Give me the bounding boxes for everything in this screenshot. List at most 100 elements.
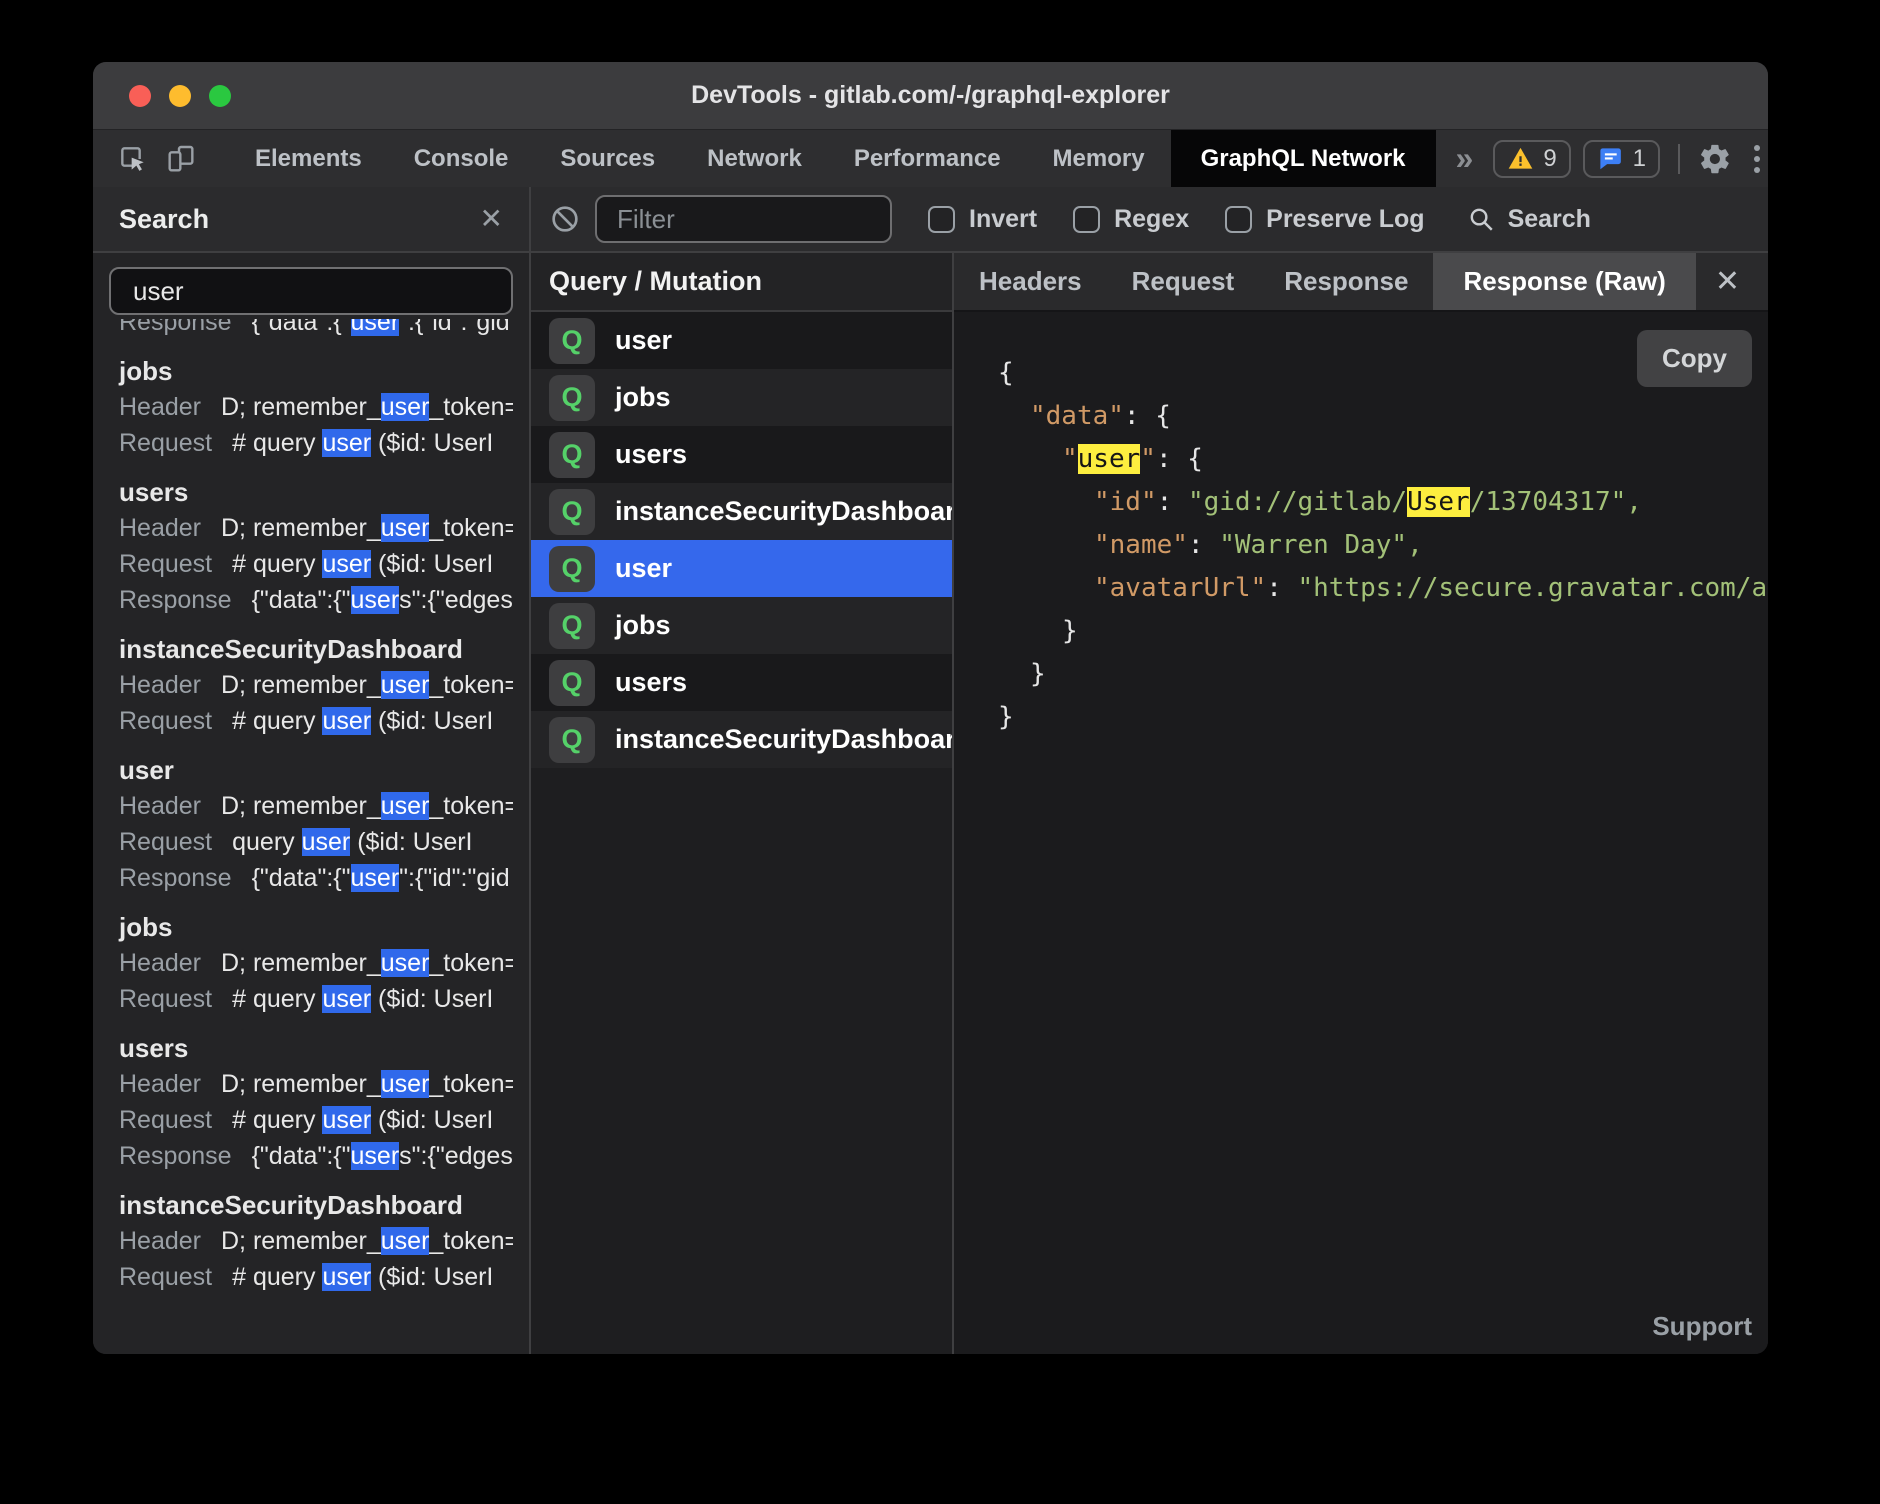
search-result-operation[interactable]: users: [109, 474, 513, 510]
search-result-row[interactable]: HeaderD; remember_user_token=e: [109, 945, 513, 981]
tab-response-raw[interactable]: Response (Raw): [1433, 253, 1695, 310]
result-field-label: Request: [119, 985, 212, 1013]
search-pane-body: Response{"data":{"user":{"id":"gidjobsHe…: [93, 253, 529, 1354]
tab-label: Performance: [854, 145, 1001, 173]
checkbox-box[interactable]: [928, 206, 955, 233]
search-result-row[interactable]: Response{"data":{"users":{"edges: [109, 1138, 513, 1174]
search-input[interactable]: [109, 267, 513, 315]
result-text: # query: [232, 985, 322, 1013]
query-list-item[interactable]: Q jobs: [531, 369, 952, 426]
search-result-operation[interactable]: instanceSecurityDashboard: [109, 631, 513, 667]
warnings-badge[interactable]: 9: [1493, 140, 1570, 178]
query-list-item[interactable]: Q users: [531, 654, 952, 711]
json-line: }: [998, 653, 1768, 696]
match-highlight: user: [381, 671, 430, 699]
tab-graphql-network[interactable]: GraphQL Network: [1171, 130, 1436, 187]
search-match-highlight: User: [1407, 487, 1470, 517]
inspect-element-icon[interactable]: [117, 143, 149, 175]
match-highlight: user: [381, 393, 430, 421]
network-toolbar: Invert Regex Preserve Log Search: [531, 187, 1768, 253]
checkbox-box[interactable]: [1225, 206, 1252, 233]
query-list-item[interactable]: Q jobs: [531, 597, 952, 654]
match-highlight: user: [351, 864, 400, 892]
query-list-item[interactable]: Q instanceSecurityDashboard: [531, 483, 952, 540]
detail-tab[interactable]: Request: [1107, 253, 1260, 310]
match-highlight: user: [381, 514, 430, 542]
copy-button[interactable]: Copy: [1637, 330, 1752, 387]
search-result-row[interactable]: HeaderD; remember_user_token=e: [109, 510, 513, 546]
query-type-badge: Q: [549, 660, 595, 706]
close-window-button[interactable]: [129, 85, 151, 107]
tab-label: GraphQL Network: [1201, 145, 1406, 173]
search-result-row[interactable]: HeaderD; remember_user_token=e: [109, 788, 513, 824]
search-result-row[interactable]: HeaderD; remember_user_token=e: [109, 389, 513, 425]
filter-checkbox[interactable]: Preserve Log: [1225, 205, 1424, 234]
filter-checkbox[interactable]: Invert: [928, 205, 1037, 234]
devtools-panel-tab[interactable]: Elements: [229, 130, 388, 187]
filter-checkbox[interactable]: Regex: [1073, 205, 1189, 234]
query-list-item[interactable]: Q user: [531, 540, 952, 597]
search-result-row[interactable]: HeaderD; remember_user_token=e: [109, 1066, 513, 1102]
search-result-row[interactable]: Request# query user ($id: UserI: [109, 1259, 513, 1295]
detail-tab[interactable]: Headers: [954, 253, 1107, 310]
more-tabs-chevron-icon[interactable]: »: [1436, 130, 1494, 187]
search-result-operation[interactable]: users: [109, 1030, 513, 1066]
query-type-badge: Q: [549, 318, 595, 364]
result-text: D; remember_: [221, 949, 381, 977]
query-name: users: [615, 667, 687, 698]
devtools-panel-tab[interactable]: Memory: [1027, 130, 1171, 187]
detail-tab[interactable]: Response: [1259, 253, 1433, 310]
issues-badge[interactable]: 1: [1583, 140, 1660, 178]
device-toolbar-icon[interactable]: [165, 143, 197, 175]
query-list-item[interactable]: Q user: [531, 312, 952, 369]
query-list-item[interactable]: Q users: [531, 426, 952, 483]
checkbox-box[interactable]: [1073, 206, 1100, 233]
search-result-row[interactable]: Request# query user ($id: UserI: [109, 425, 513, 461]
filter-input[interactable]: [595, 195, 892, 243]
operation-name: instanceSecurityDashboard: [119, 1190, 463, 1220]
search-result-row[interactable]: Response{"data":{"user":{"id":"gid: [109, 319, 513, 340]
support-link[interactable]: Support: [1652, 1311, 1752, 1342]
zoom-window-button[interactable]: [209, 85, 231, 107]
search-result-row[interactable]: Request# query user ($id: UserI: [109, 703, 513, 739]
search-result-row[interactable]: HeaderD; remember_user_token=e: [109, 667, 513, 703]
json-line: "avatarUrl": "https://secure.gravatar.co…: [998, 567, 1768, 610]
result-text: D; remember_: [221, 792, 381, 820]
toolbar-search-button[interactable]: Search: [1467, 205, 1591, 234]
search-result-row[interactable]: Requestquery user ($id: UserI: [109, 824, 513, 860]
search-result-row[interactable]: Response{"data":{"user":{"id":"gid: [109, 860, 513, 896]
devtools-panel-tab[interactable]: Performance: [828, 130, 1027, 187]
match-highlight: user: [322, 429, 371, 457]
devtools-panel-tab[interactable]: Sources: [534, 130, 681, 187]
query-type-badge: Q: [549, 717, 595, 763]
search-result-row[interactable]: Request# query user ($id: UserI: [109, 981, 513, 1017]
more-options-kebab-icon[interactable]: [1744, 145, 1768, 173]
result-text: # query: [232, 429, 322, 457]
search-result-row[interactable]: Request# query user ($id: UserI: [109, 1102, 513, 1138]
close-search-pane-icon[interactable]: ✕: [480, 205, 503, 233]
result-text: {"data":{": [252, 319, 351, 336]
search-result-operation[interactable]: instanceSecurityDashboard: [109, 1187, 513, 1223]
tab-label: Elements: [255, 145, 362, 173]
json-line: }: [998, 696, 1768, 739]
result-text: D; remember_: [221, 1227, 381, 1255]
minimize-window-button[interactable]: [169, 85, 191, 107]
tab-label: Console: [414, 145, 509, 173]
search-result-operation[interactable]: user: [109, 752, 513, 788]
result-text: ($id: UserI: [371, 1263, 493, 1291]
devtools-panel-tab[interactable]: Console: [388, 130, 535, 187]
close-detail-icon[interactable]: ✕: [1715, 267, 1768, 297]
query-type-badge: Q: [549, 375, 595, 421]
devtools-panel-tab[interactable]: Network: [681, 130, 828, 187]
query-list-item[interactable]: Q instanceSecurityDashboard: [531, 711, 952, 768]
search-result-row[interactable]: Request# query user ($id: UserI: [109, 546, 513, 582]
settings-gear-icon[interactable]: [1698, 142, 1732, 176]
clear-log-icon[interactable]: [549, 203, 581, 235]
match-highlight: user: [322, 1263, 371, 1291]
search-result-row[interactable]: HeaderD; remember_user_token=e: [109, 1223, 513, 1259]
search-result-operation[interactable]: jobs: [109, 353, 513, 389]
response-raw-body: Copy { "data": { "user": { "id": "gid://…: [954, 312, 1768, 1354]
search-result-operation[interactable]: jobs: [109, 909, 513, 945]
search-result-row[interactable]: Response{"data":{"users":{"edges: [109, 582, 513, 618]
detail-tab-label: Response: [1284, 266, 1408, 297]
